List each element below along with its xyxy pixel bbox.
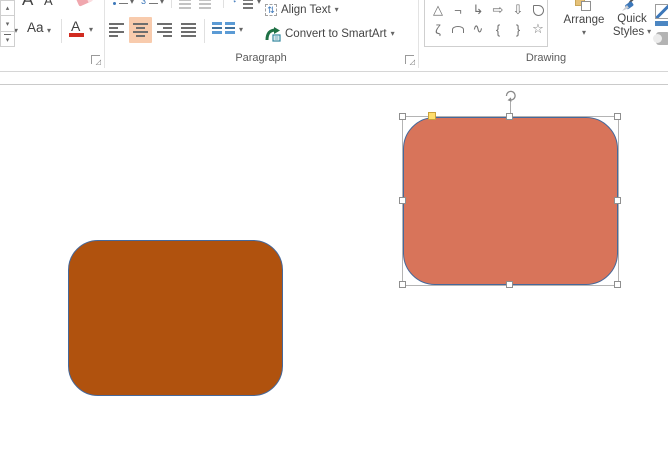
convert-to-smartart-dropdown-icon: ▾	[390, 29, 395, 38]
arrange-dropdown-icon: ▾	[581, 28, 586, 37]
grow-font-button[interactable]: A	[22, 0, 33, 10]
font-color-dropdown-icon[interactable]: ▾	[89, 26, 93, 34]
columns-dropdown-icon: ▾	[239, 25, 244, 34]
convert-to-smartart-label: Convert to SmartArt	[285, 28, 387, 40]
divider	[204, 19, 205, 43]
align-left-button[interactable]	[105, 17, 128, 43]
numbering-dropdown-icon[interactable]: ▾	[160, 0, 164, 6]
shrink-font-button[interactable]: A	[44, 0, 53, 8]
gallery-shape-down-arrow-icon[interactable]: ⇩	[508, 1, 528, 19]
gallery-scroll: ▴ ▾ ▾	[0, 0, 15, 57]
increase-indent-icon[interactable]	[199, 0, 211, 11]
rotation-handle-icon[interactable]	[503, 88, 518, 103]
align-text-icon: ⇅	[265, 4, 277, 16]
line-spacing-icon[interactable]: ↓	[232, 0, 238, 5]
change-case-dropdown-icon[interactable]: ▾	[47, 27, 51, 35]
bullets-bar	[119, 2, 128, 4]
gallery-shape-right-brace-icon[interactable]: }	[508, 20, 528, 38]
corner-radius-adjust-handle[interactable]	[428, 112, 436, 120]
shape-effects-icon[interactable]	[653, 32, 668, 45]
gallery-more-button[interactable]: ▾	[0, 31, 15, 47]
ribbon: A A AV → ▾ Aa ▾ A ▾ ◿ ▾ 3 ▾ ↓ ▾ ▾ ⇅ Alig…	[0, 0, 668, 71]
line-spacing-dropdown-icon[interactable]: ▾	[257, 0, 261, 6]
gallery-shape-right-arrow-icon[interactable]: ⇨	[488, 1, 508, 19]
bullets-dropdown-icon[interactable]: ▾	[130, 0, 134, 6]
selection-handle-e[interactable]	[614, 197, 621, 204]
group-divider	[418, 0, 419, 68]
divider	[223, 0, 224, 8]
gallery-shape-star-icon[interactable]: ☆	[528, 20, 548, 38]
slide-canvas[interactable]	[0, 85, 668, 450]
gallery-shape-left-brace-icon[interactable]: {	[488, 20, 508, 38]
gallery-shape-scribble-icon[interactable]: ζ	[428, 20, 448, 38]
paragraph-group-label: Paragraph	[235, 52, 287, 64]
justify-button[interactable]	[177, 17, 200, 43]
numbering-icon[interactable]: 3	[141, 0, 146, 6]
selection-handle-s[interactable]	[506, 281, 513, 288]
align-text-dropdown-icon: ▾	[334, 5, 339, 14]
align-text-label: Align Text	[281, 4, 331, 16]
justify-icon	[181, 23, 196, 37]
font-color-button[interactable]: A	[71, 18, 80, 34]
quick-styles-brush-icon	[622, 0, 634, 11]
clear-formatting-icon[interactable]	[75, 0, 94, 7]
gallery-shape-elbow-connector-icon[interactable]: ⌐	[448, 1, 468, 19]
shape-fill-icon[interactable]	[655, 4, 668, 19]
selection-handle-w[interactable]	[399, 197, 406, 204]
decrease-indent-icon[interactable]	[179, 0, 191, 11]
numbering-bar	[149, 2, 158, 4]
gallery-scroll-up-button[interactable]: ▴	[0, 0, 15, 16]
align-left-icon	[109, 23, 124, 37]
ribbon-bottom-border	[0, 71, 668, 72]
selection-handle-se[interactable]	[614, 281, 621, 288]
paragraph-dialog-launcher-icon[interactable]: ◿	[405, 55, 415, 66]
shape-fill-color-bar	[655, 21, 668, 26]
bullets-icon[interactable]	[113, 2, 116, 5]
selection-handle-ne[interactable]	[614, 113, 621, 120]
more-bar	[4, 34, 11, 35]
align-right-icon	[157, 23, 172, 37]
gallery-scroll-down-button[interactable]: ▾	[0, 15, 15, 32]
font-color-swatch	[69, 33, 84, 37]
quick-styles-label-line1: Quick	[617, 13, 647, 25]
convert-to-smartart-icon	[265, 26, 281, 42]
align-text-button[interactable]: ⇅ Align Text ▾	[265, 1, 339, 19]
selection-handle-nw[interactable]	[399, 113, 406, 120]
columns-button[interactable]: ▾	[208, 17, 244, 43]
align-center-icon	[133, 23, 148, 37]
rounded-rectangle-shape-left[interactable]	[68, 240, 283, 396]
gallery-shape-elbow-arrow-connector-icon[interactable]: ↳	[468, 1, 488, 19]
teardrop-shape	[532, 4, 544, 16]
align-right-button[interactable]	[153, 17, 176, 43]
columns-icon	[212, 22, 222, 36]
gallery-shape-arc-icon[interactable]	[448, 20, 468, 38]
gallery-shape-isosceles-triangle-icon[interactable]: △	[428, 1, 448, 19]
quick-styles-dropdown-icon: ▾	[647, 27, 652, 36]
arc-shape	[452, 25, 464, 33]
divider	[171, 0, 172, 8]
selection-handle-n[interactable]	[506, 113, 513, 120]
line-spacing-bars	[243, 0, 253, 11]
divider	[61, 19, 62, 43]
arrange-icon	[575, 0, 593, 13]
drawing-group-label: Drawing	[525, 52, 567, 64]
font-dialog-launcher-icon[interactable]: ◿	[91, 55, 101, 66]
gallery-shape-teardrop-icon[interactable]	[528, 1, 548, 19]
arrange-button[interactable]: Arrange ▾	[560, 0, 608, 37]
columns-icon	[225, 22, 235, 36]
quick-styles-label-line2: Styles	[612, 26, 645, 38]
rounded-rectangle-shape-right-selected[interactable]	[403, 117, 618, 285]
arrange-label: Arrange	[563, 14, 605, 26]
quick-styles-button[interactable]: Quick Styles ▾	[608, 0, 656, 38]
selection-handle-sw[interactable]	[399, 281, 406, 288]
convert-to-smartart-button[interactable]: Convert to SmartArt ▾	[265, 25, 395, 43]
change-case-button[interactable]: Aa	[27, 20, 44, 35]
align-center-button[interactable]	[129, 17, 152, 43]
gallery-shape-curve-icon[interactable]: ∿	[468, 20, 488, 38]
